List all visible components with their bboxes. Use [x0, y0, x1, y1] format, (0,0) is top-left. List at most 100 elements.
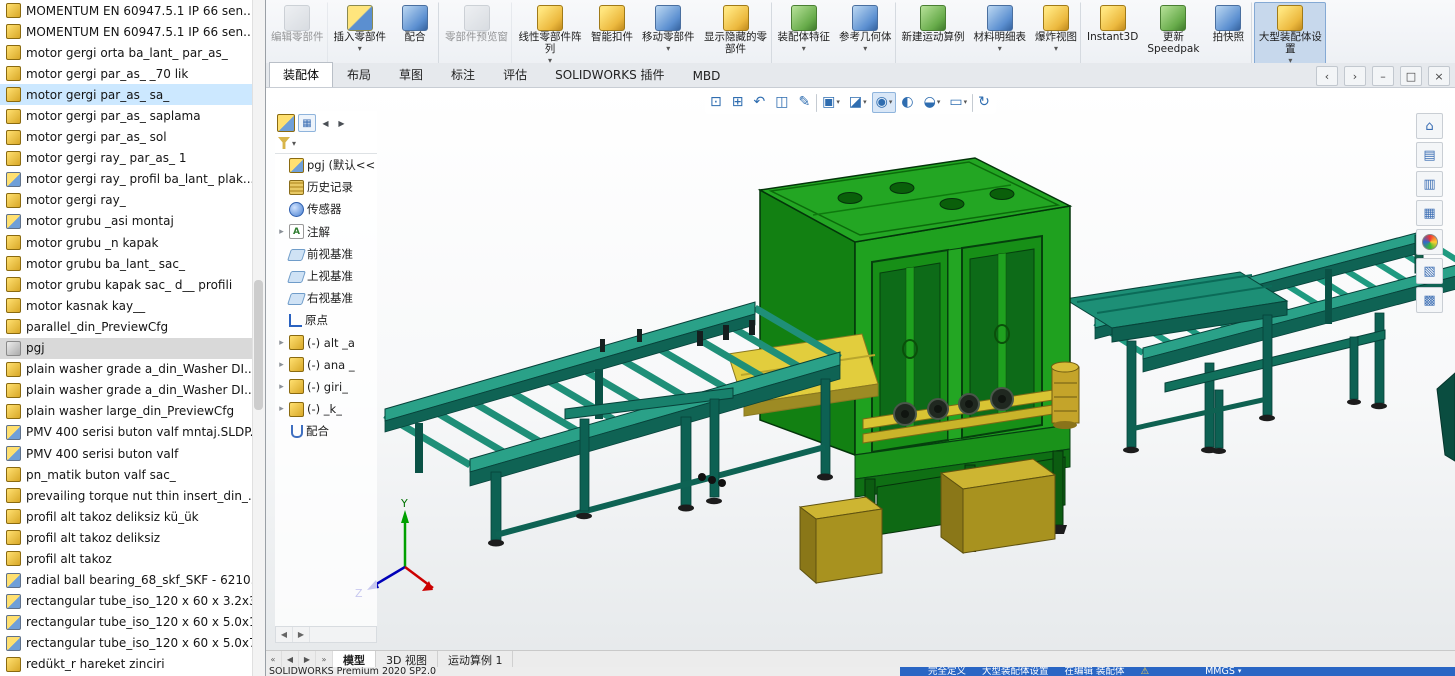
list-item[interactable]: profil alt takoz deliksiz kü_ük — [0, 506, 265, 527]
ribbon-button[interactable]: 材料明细表 ▾ — [970, 2, 1031, 65]
list-item[interactable]: rectangular tube_iso_120 x 60 x 3.2x3... — [0, 591, 265, 612]
tree-item[interactable]: 上视基准 — [275, 265, 377, 287]
list-item[interactable]: PMV 400 serisi buton valf — [0, 443, 265, 464]
ribbon-button[interactable]: 拍快照 — [1204, 2, 1252, 65]
tree-item[interactable]: ▸ (-) alt _a — [275, 332, 377, 354]
expand-caret-icon[interactable]: ▸ — [277, 360, 286, 370]
ribbon-button[interactable]: 爆炸视图 ▾ — [1031, 2, 1081, 65]
list-item[interactable]: parallel_din_PreviewCfg — [0, 316, 265, 337]
section-view-icon[interactable]: ◫ — [771, 92, 793, 113]
list-item[interactable]: prevailing torque nut thin insert_din_..… — [0, 485, 265, 506]
list-item[interactable]: pn_matik buton valf sac_ — [0, 464, 265, 485]
tree-item[interactable]: 传感器 — [275, 198, 377, 220]
tree-item[interactable]: 前视基准 — [275, 243, 377, 265]
panel-next-arrow[interactable]: ▶ — [335, 115, 348, 131]
expand-caret-icon[interactable]: ▸ — [277, 382, 286, 392]
ribbon-button[interactable]: 配合 — [391, 2, 439, 65]
ribbon-button[interactable]: 更新 Speedpak — [1143, 2, 1203, 65]
heads-up-button[interactable] — [816, 94, 817, 112]
scrollbar-thumb[interactable] — [254, 280, 263, 410]
list-item[interactable]: plain washer grade a_din_Washer DI... — [0, 359, 265, 380]
hide-show-items-icon[interactable]: ◉ ▾ — [872, 92, 897, 113]
list-item[interactable]: profil alt takoz deliksiz — [0, 527, 265, 548]
ribbon-button[interactable]: 新建运动算例 — [898, 2, 969, 65]
tree-filter[interactable]: ▾ — [275, 135, 377, 154]
list-item[interactable]: radial ball bearing_68_skf_SKF - 6210... — [0, 570, 265, 591]
list-item[interactable]: motor grubu kapak sac_ d__ profili — [0, 274, 265, 295]
solidworks-resources-icon[interactable]: ⌂ — [1416, 113, 1443, 139]
restore-button[interactable]: □ — [1400, 66, 1422, 86]
list-item[interactable]: plain washer grade a_din_Washer DI... — [0, 380, 265, 401]
right-conveyor-3d[interactable] — [1095, 232, 1455, 454]
document-tab[interactable]: 3D 视图 — [376, 651, 438, 668]
scroll-left-button[interactable]: ◀ — [276, 627, 293, 642]
tree-horizontal-scrollbar[interactable]: ◀ ▶ — [275, 626, 377, 643]
list-item[interactable]: motor grubu _asi montaj — [0, 211, 265, 232]
list-item[interactable]: motor gergi par_as_ _70 lik — [0, 63, 265, 84]
ribbon-button[interactable]: 零部件预览窗 — [441, 2, 512, 65]
tree-item[interactable]: 原点 — [275, 309, 377, 331]
ribbon-button[interactable]: 显示隐藏的零部件 — [700, 2, 772, 65]
scroll-track[interactable] — [310, 627, 376, 642]
list-item[interactable]: rectangular tube_iso_120 x 60 x 5.0x7... — [0, 633, 265, 654]
list-item[interactable]: motor grubu _n kapak — [0, 232, 265, 253]
file-explorer-icon[interactable]: ▥ — [1416, 171, 1443, 197]
list-item[interactable]: pgj — [0, 338, 265, 359]
ribbon-button[interactable]: 智能扣件 — [587, 2, 637, 65]
expand-caret-icon[interactable]: ▸ — [277, 404, 286, 414]
expand-caret-icon[interactable]: ▸ — [277, 338, 286, 348]
document-tab[interactable]: 运动算例 1 — [438, 651, 514, 668]
command-tab[interactable]: 标注 — [437, 62, 489, 87]
undock-left-icon[interactable]: ‹ — [1316, 66, 1338, 86]
heads-up-button[interactable] — [972, 94, 973, 112]
command-tab[interactable]: 草图 — [385, 62, 437, 87]
tree-item[interactable]: 历史记录 — [275, 176, 377, 198]
command-tab[interactable]: 评估 — [489, 62, 541, 87]
list-item[interactable]: motor gergi ray_ par_as_ 1 — [0, 148, 265, 169]
tree-item[interactable]: 右视基准 — [275, 287, 377, 309]
document-tab[interactable]: 模型 — [333, 651, 376, 668]
edit-appearance-icon[interactable]: ◐ — [897, 92, 918, 113]
tree-item[interactable]: ▸ (-) giri_ — [275, 376, 377, 398]
list-item[interactable]: motor gergi orta ba_lant_ par_as_ — [0, 42, 265, 63]
list-item[interactable]: motor gergi par_as_ saplama — [0, 105, 265, 126]
list-item[interactable]: plain washer large_din_PreviewCfg — [0, 401, 265, 422]
tree-item[interactable]: ▸ (-) _k_ — [275, 398, 377, 420]
assembly-3d-model[interactable]: Y Z — [265, 87, 1455, 650]
expand-caret-icon[interactable]: ▸ — [277, 227, 286, 237]
ribbon-button[interactable]: 参考几何体 ▾ — [835, 2, 896, 65]
panel-prev-arrow[interactable]: ◀ — [319, 115, 332, 131]
minimize-button[interactable]: – — [1372, 66, 1394, 86]
ribbon-button[interactable]: 移动零部件 ▾ — [638, 2, 699, 65]
featuremanager-tab[interactable] — [277, 114, 295, 132]
prev-tab-button[interactable]: ◀ — [282, 651, 299, 668]
undock-right-icon[interactable]: › — [1344, 66, 1366, 86]
view-settings-icon[interactable]: ▭ ▾ — [945, 92, 971, 113]
list-item[interactable]: motor grubu ba_lant_ sac_ — [0, 253, 265, 274]
close-button[interactable]: × — [1428, 66, 1450, 86]
scroll-right-button[interactable]: ▶ — [293, 627, 310, 642]
ribbon-button[interactable]: 大型装配体设置 ▾ — [1254, 2, 1326, 65]
rotate-view-icon[interactable]: ↻ — [974, 92, 995, 113]
list-item[interactable]: MOMENTUM EN 60947.5.1 IP 66 sen... — [0, 21, 265, 42]
apply-scene-icon[interactable]: ◒ ▾ — [920, 92, 945, 113]
command-tab[interactable]: 装配体 — [269, 62, 333, 87]
view-palette-icon[interactable]: ▦ — [1416, 200, 1443, 226]
tree-item[interactable]: ▸ 注解 — [275, 221, 377, 243]
design-library-icon[interactable]: ▤ — [1416, 142, 1443, 168]
zoom-to-area-icon[interactable]: ⊞ — [728, 92, 749, 113]
first-tab-button[interactable]: « — [265, 651, 282, 668]
tree-item[interactable]: ▸ (-) ana _ — [275, 354, 377, 376]
command-tab[interactable]: SOLIDWORKS 插件 — [541, 62, 678, 87]
display-pane-tab[interactable]: ▦ — [298, 114, 316, 132]
ribbon-button[interactable]: 线性零部件阵列 ▾ — [514, 2, 586, 65]
ribbon-button[interactable]: 装配体特征 ▾ — [774, 2, 835, 65]
command-tab[interactable]: MBD — [679, 65, 735, 87]
list-item[interactable]: motor gergi ray_ — [0, 190, 265, 211]
last-tab-button[interactable]: » — [316, 651, 333, 668]
previous-view-icon[interactable]: ↶ — [749, 92, 770, 113]
ribbon-button[interactable]: 插入零部件 ▾ — [330, 2, 391, 65]
dynamic-annotation-views-icon[interactable]: ✎ — [794, 92, 815, 113]
list-item[interactable]: motor gergi par_as_ sol — [0, 127, 265, 148]
list-item[interactable]: rectangular tube_iso_120 x 60 x 5.0x1... — [0, 612, 265, 633]
